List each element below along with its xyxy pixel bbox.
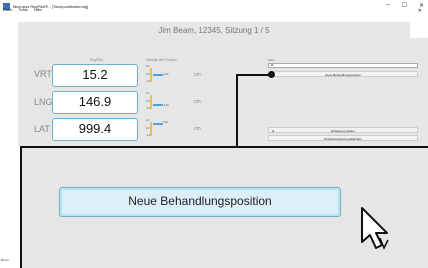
gauge-indicator [153,74,163,76]
start-recording-label: Erfassung starten [331,129,355,133]
field-select[interactable]: Ri [268,63,418,68]
new-position-button-small[interactable]: ↻ Neue Behandlungsposition [268,71,418,77]
start-recording-button[interactable]: ● Erfassung starten [268,127,418,133]
lng-unit: cm [194,99,201,105]
status-text: Bereit [1,258,9,262]
lat-unit: cm [194,126,201,132]
menu-datei[interactable]: Datei [3,7,12,13]
field-label: Feld [268,58,274,62]
callout-line-vertical [236,74,238,147]
camera-icon: ● [272,129,275,133]
raypilot-column-header: RayPilot [90,58,104,62]
lat-label: LAT [34,124,50,134]
zoom-callout: Neue Behandlungsposition [20,146,428,268]
new-position-button[interactable]: Neue Behandlungsposition [59,187,341,217]
callout-line-horizontal [236,74,272,76]
gauge-bar [150,95,152,109]
lng-gauge: 0.1 0.0 -0.1 -0.00 [146,92,169,110]
maximize-button[interactable]: ☐ [402,2,407,9]
patient-info: Jim Beam, 12345, Sitzung 1 / 5 [158,26,270,35]
vrt-gauge: 0.1 0.0 -0.1 -0.01 [146,65,169,83]
vrt-label: VRT [34,69,52,79]
menu-tools[interactable]: Tools [18,7,27,13]
menu-hilfe[interactable]: Hilfe [34,7,42,13]
new-position-label-small: Neue Behandlungsposition [325,73,361,77]
minimize-button[interactable]: – [386,2,389,9]
hide-history-button[interactable]: Positionsverlauf ausblenden [268,135,418,141]
vrt-value-field: 15.2 [52,64,138,87]
patient-header: Jim Beam, 12345, Sitzung 1 / 5 [18,22,410,38]
deviation-column-header: Abfolge der Position [146,58,178,62]
lat-value-field: 999.4 [52,118,138,141]
lng-value-field: 146.9 [52,91,138,114]
menu-bar: Datei Tools Hilfe [0,7,42,13]
vrt-unit: cm [194,72,201,78]
title-bar: Micropos RayPilot® - [Tischpositionierun… [0,0,428,12]
gauge-bar [150,68,152,82]
gauge-indicator [153,123,163,125]
mouse-pointer-icon [361,207,389,250]
document-close-icon[interactable]: ✕ [418,8,422,14]
callout-dot [268,71,275,78]
gauge-bar [150,122,152,136]
hide-history-label: Positionsverlauf ausblenden [324,137,362,141]
lat-gauge: 0.1 0.0 -0.1 0.00 [146,119,168,137]
lng-label: LNG [34,97,53,107]
gauge-indicator [153,104,163,106]
